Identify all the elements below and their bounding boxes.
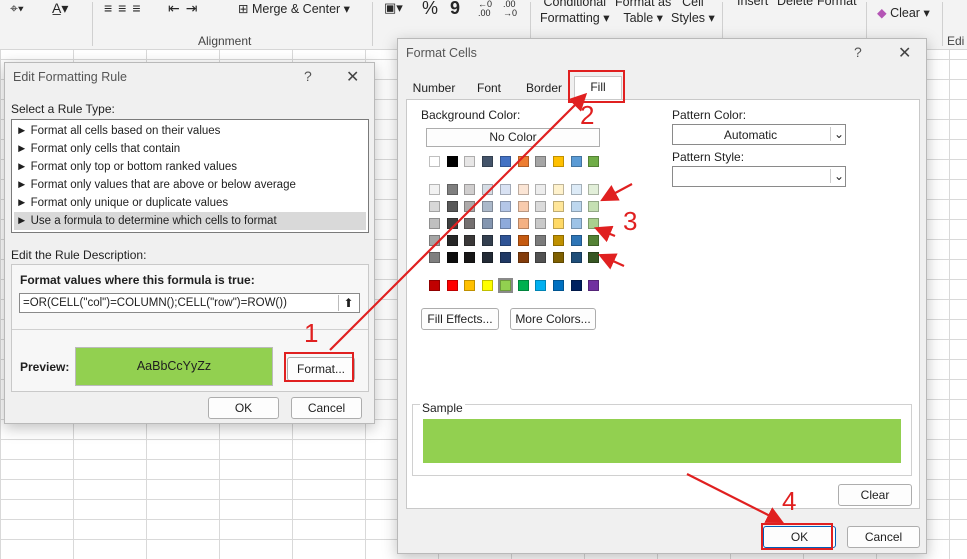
annotation-arrows xyxy=(329,92,784,523)
arrow-to-green-dark xyxy=(597,253,625,270)
arrow-to-ok xyxy=(686,473,784,523)
arrow-to-green-mid xyxy=(593,225,616,243)
arrow-to-fill-tab xyxy=(329,92,588,351)
arrow-to-green-light xyxy=(600,183,633,202)
